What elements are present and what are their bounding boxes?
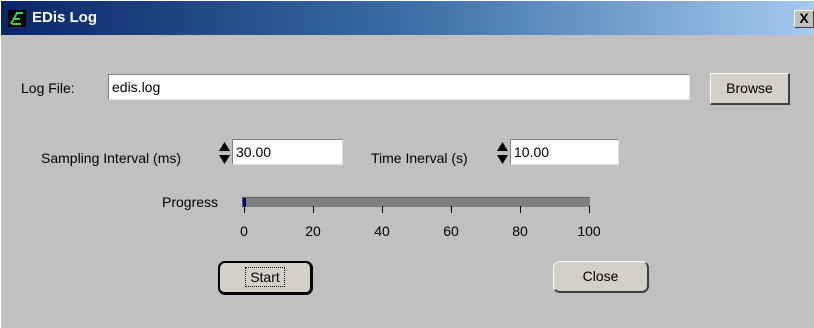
progress-tick-label: 20 (305, 223, 321, 239)
window-title: EDis Log (32, 9, 98, 26)
sampling-interval-label: Sampling Interval (ms) (41, 150, 182, 166)
sampling-interval-input[interactable]: 30.00 (232, 139, 343, 165)
start-button-label: Start (245, 267, 285, 287)
progress-tick (589, 206, 590, 213)
progress-tick (520, 206, 521, 213)
progress-tick (313, 206, 314, 213)
progress-tick-label: 60 (443, 223, 459, 239)
progress-tick-label: 80 (512, 223, 528, 239)
edis-app-icon (8, 10, 26, 27)
progress-tick (382, 206, 383, 213)
log-file-label: Log File: (21, 80, 75, 96)
browse-button[interactable]: Browse (710, 73, 790, 105)
progress-label: Progress (162, 194, 219, 210)
progress-tick-label: 40 (374, 223, 390, 239)
sampling-spin-arrows-icon[interactable] (219, 137, 230, 169)
time-interval-input[interactable]: 10.00 (510, 139, 619, 165)
time-spin-arrows-icon[interactable] (497, 137, 508, 169)
time-interval-label: Time Inerval (s) (371, 150, 468, 166)
close-window-button[interactable]: X (794, 10, 814, 28)
close-button[interactable]: Close (553, 261, 649, 293)
progress-tick-label: 0 (240, 223, 248, 239)
log-file-input[interactable]: edis.log (108, 74, 690, 100)
title-bar[interactable]: EDis Log X (1, 1, 814, 35)
progress-tick (451, 206, 452, 213)
edis-log-dialog: EDis Log X Log File: edis.log Browse Sam… (0, 0, 814, 328)
progress-tick-label: 100 (577, 223, 601, 239)
progress-tick (244, 206, 245, 213)
start-button[interactable]: Start (218, 261, 313, 295)
progress-bar (242, 197, 590, 207)
